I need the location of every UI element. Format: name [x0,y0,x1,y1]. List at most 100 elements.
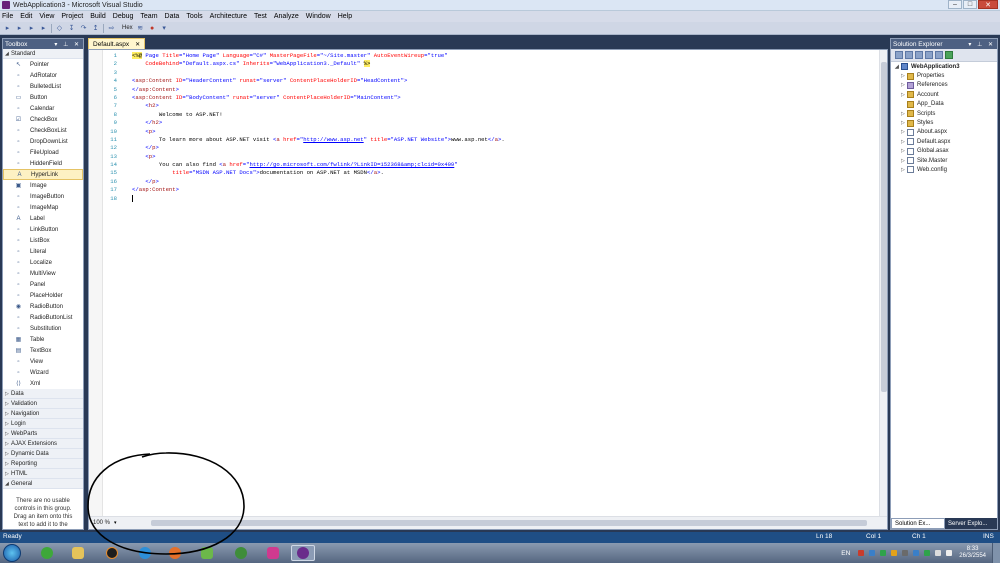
tree-node-styles[interactable]: ▷ Styles [891,118,997,127]
toolbox-item-adrotator[interactable]: ▫ AdRotator [3,70,83,81]
toolbox-item-substitution[interactable]: ▫ Substitution [3,323,83,334]
clock[interactable]: 8:33 26/3/2554 [959,546,986,560]
toolbox-group-standard[interactable]: ◢ Standard [3,49,83,59]
toolbox-item-image[interactable]: ▣ Image [3,180,83,191]
zoom-dropdown-icon[interactable]: ▾ [114,520,117,526]
network-taskbar-icon[interactable] [195,545,219,561]
zoom-level[interactable]: 100 % [93,520,110,526]
breakpoints-window-icon[interactable]: ● [148,24,157,33]
hex-toggle-button[interactable]: Hex [122,25,133,31]
code-line[interactable]: 13 <p> [105,153,875,161]
tree-node-site-master[interactable]: ▷ Site.Master [891,156,997,165]
toolbox-item-label[interactable]: A Label [3,213,83,224]
show-next-statement-icon[interactable]: ⇨ [107,24,116,33]
toolbox-group-general[interactable]: ◢ General [3,479,83,489]
toolbox-item-wizard[interactable]: ▫ Wizard [3,367,83,378]
debug-step-out-icon[interactable]: ▸ [27,24,36,33]
tree-node-about-aspx[interactable]: ▷ About.aspx [891,128,997,137]
code-line[interactable]: 8 Welcome to ASP.NET! [105,111,875,119]
maximize-button[interactable]: □ [963,0,977,9]
toolbox-group-navigation[interactable]: ▷ Navigation [3,409,83,419]
menu-item-tools[interactable]: Tools [186,13,202,20]
threads-icon[interactable]: ≋ [136,24,145,33]
toolbox-group-ajax-extensions[interactable]: ▷ AJAX Extensions [3,439,83,449]
toolbox-item-listbox[interactable]: ▫ ListBox [3,235,83,246]
tray-app-icon[interactable] [913,550,920,556]
toolbox-item-imagebutton[interactable]: ▫ ImageButton [3,191,83,202]
code-line[interactable]: 18 [105,195,875,203]
toolbox-group-login[interactable]: ▷ Login [3,419,83,429]
toolbox-item-panel[interactable]: ▫ Panel [3,279,83,290]
tree-node-global-asax[interactable]: ▷ Global.asax [891,147,997,156]
code-line[interactable]: 4 <asp:Content ID="HeaderContent" runat="… [105,77,875,85]
toolbox-item-view[interactable]: ▫ View [3,356,83,367]
code-line[interactable]: 1 <%@ Page Title="Home Page" Language="C#… [105,52,875,60]
close-button[interactable]: ✕ [978,0,998,9]
menu-item-view[interactable]: View [39,13,54,20]
menu-item-edit[interactable]: Edit [20,13,32,20]
tray-app-icon[interactable] [858,550,865,556]
tree-node-app-data[interactable]: App_Data [891,100,997,109]
code-line[interactable]: 12 </p> [105,144,875,152]
paint-taskbar-icon[interactable] [261,545,285,561]
tree-node-default-aspx[interactable]: ▷ Default.aspx [891,137,997,146]
view-designer-icon[interactable] [935,51,943,59]
tree-node-webapplication3[interactable]: ◢ WebApplication3 [891,62,997,71]
visual-studio-taskbar-icon[interactable] [291,545,315,561]
menu-item-data[interactable]: Data [165,13,180,20]
toolbox-item-dropdownlist[interactable]: ▫ DropDownList [3,136,83,147]
toolbox-item-placeholder[interactable]: ▫ PlaceHolder [3,290,83,301]
vertical-scrollbar[interactable] [879,50,887,517]
code-line[interactable]: 3 [105,69,875,77]
web-app-taskbar-icon[interactable] [229,545,253,561]
toolbox-group-validation[interactable]: ▷ Validation [3,399,83,409]
menu-item-debug[interactable]: Debug [113,13,134,20]
step-over-icon[interactable]: ↷ [79,24,88,33]
toolbox-item-hyperlink[interactable]: A HyperLink [3,169,83,180]
code-line[interactable]: 16 </p> [105,178,875,186]
toolbox-item-linkbutton[interactable]: ▫ LinkButton [3,224,83,235]
menu-item-project[interactable]: Project [61,13,83,20]
view-code-icon[interactable] [925,51,933,59]
toolbox-group-reporting[interactable]: ▷ Reporting [3,459,83,469]
panel-pin-icon[interactable]: ▾ ⊥ ✕ [54,41,81,48]
volume-icon[interactable] [946,550,953,556]
horizontal-scroll-thumb[interactable] [151,520,867,526]
tray-app-icon[interactable] [869,550,876,556]
toolbox-item-textbox[interactable]: ▤ TextBox [3,345,83,356]
menu-item-test[interactable]: Test [254,13,267,20]
code-line[interactable]: 10 <p> [105,128,875,136]
toolbox-item-radiobutton[interactable]: ◉ RadioButton [3,301,83,312]
code-line[interactable]: 9 </h2> [105,119,875,127]
step-out-icon[interactable]: ↥ [91,24,100,33]
scroll-thumb[interactable] [881,62,887,392]
menu-item-file[interactable]: File [2,13,13,20]
code-line[interactable]: 14 You can also find <a href="http://go.… [105,161,875,169]
language-indicator[interactable]: EN [841,550,850,557]
code-line[interactable]: 11 To learn more about ASP.NET visit <a … [105,136,875,144]
tree-node-web-config[interactable]: ▷ Web.config [891,165,997,174]
start-button[interactable] [3,544,21,562]
show-all-files-icon[interactable] [905,51,913,59]
tray-app-icon[interactable] [880,550,887,556]
code-editor[interactable]: 1 <%@ Page Title="Home Page" Language="C#… [88,49,888,530]
toolbox-item-literal[interactable]: ▫ Literal [3,246,83,257]
tree-node-account[interactable]: ▷ Account [891,90,997,99]
minimize-button[interactable]: – [948,0,962,9]
toolbox-item-fileupload[interactable]: ▫ FileUpload [3,147,83,158]
step-into-icon[interactable]: ↧ [67,24,76,33]
panel-pin-icon[interactable]: ▾ ⊥ ✕ [968,41,995,48]
tree-node-properties[interactable]: ▷ Properties [891,71,997,80]
code-line[interactable]: 6 <asp:Content ID="BodyContent" runat="se… [105,94,875,102]
menu-item-architecture[interactable]: Architecture [210,13,247,20]
tree-node-scripts[interactable]: ▷ Scripts [891,109,997,118]
network-icon[interactable] [935,550,942,556]
debug-step-over-icon[interactable]: ▸ [15,24,24,33]
tray-app-icon[interactable] [924,550,931,556]
tab-solution-explorer[interactable]: Solution Ex... [891,518,945,529]
toolbox-group-dynamic-data[interactable]: ▷ Dynamic Data [3,449,83,459]
toolbox-group-webparts[interactable]: ▷ WebParts [3,429,83,439]
close-tab-icon[interactable]: ✕ [135,41,140,48]
toolbox-item-calendar[interactable]: ▫ Calendar [3,103,83,114]
code-line[interactable]: 2 CodeBehind="Default.aspx.cs" Inherits=… [105,60,875,68]
